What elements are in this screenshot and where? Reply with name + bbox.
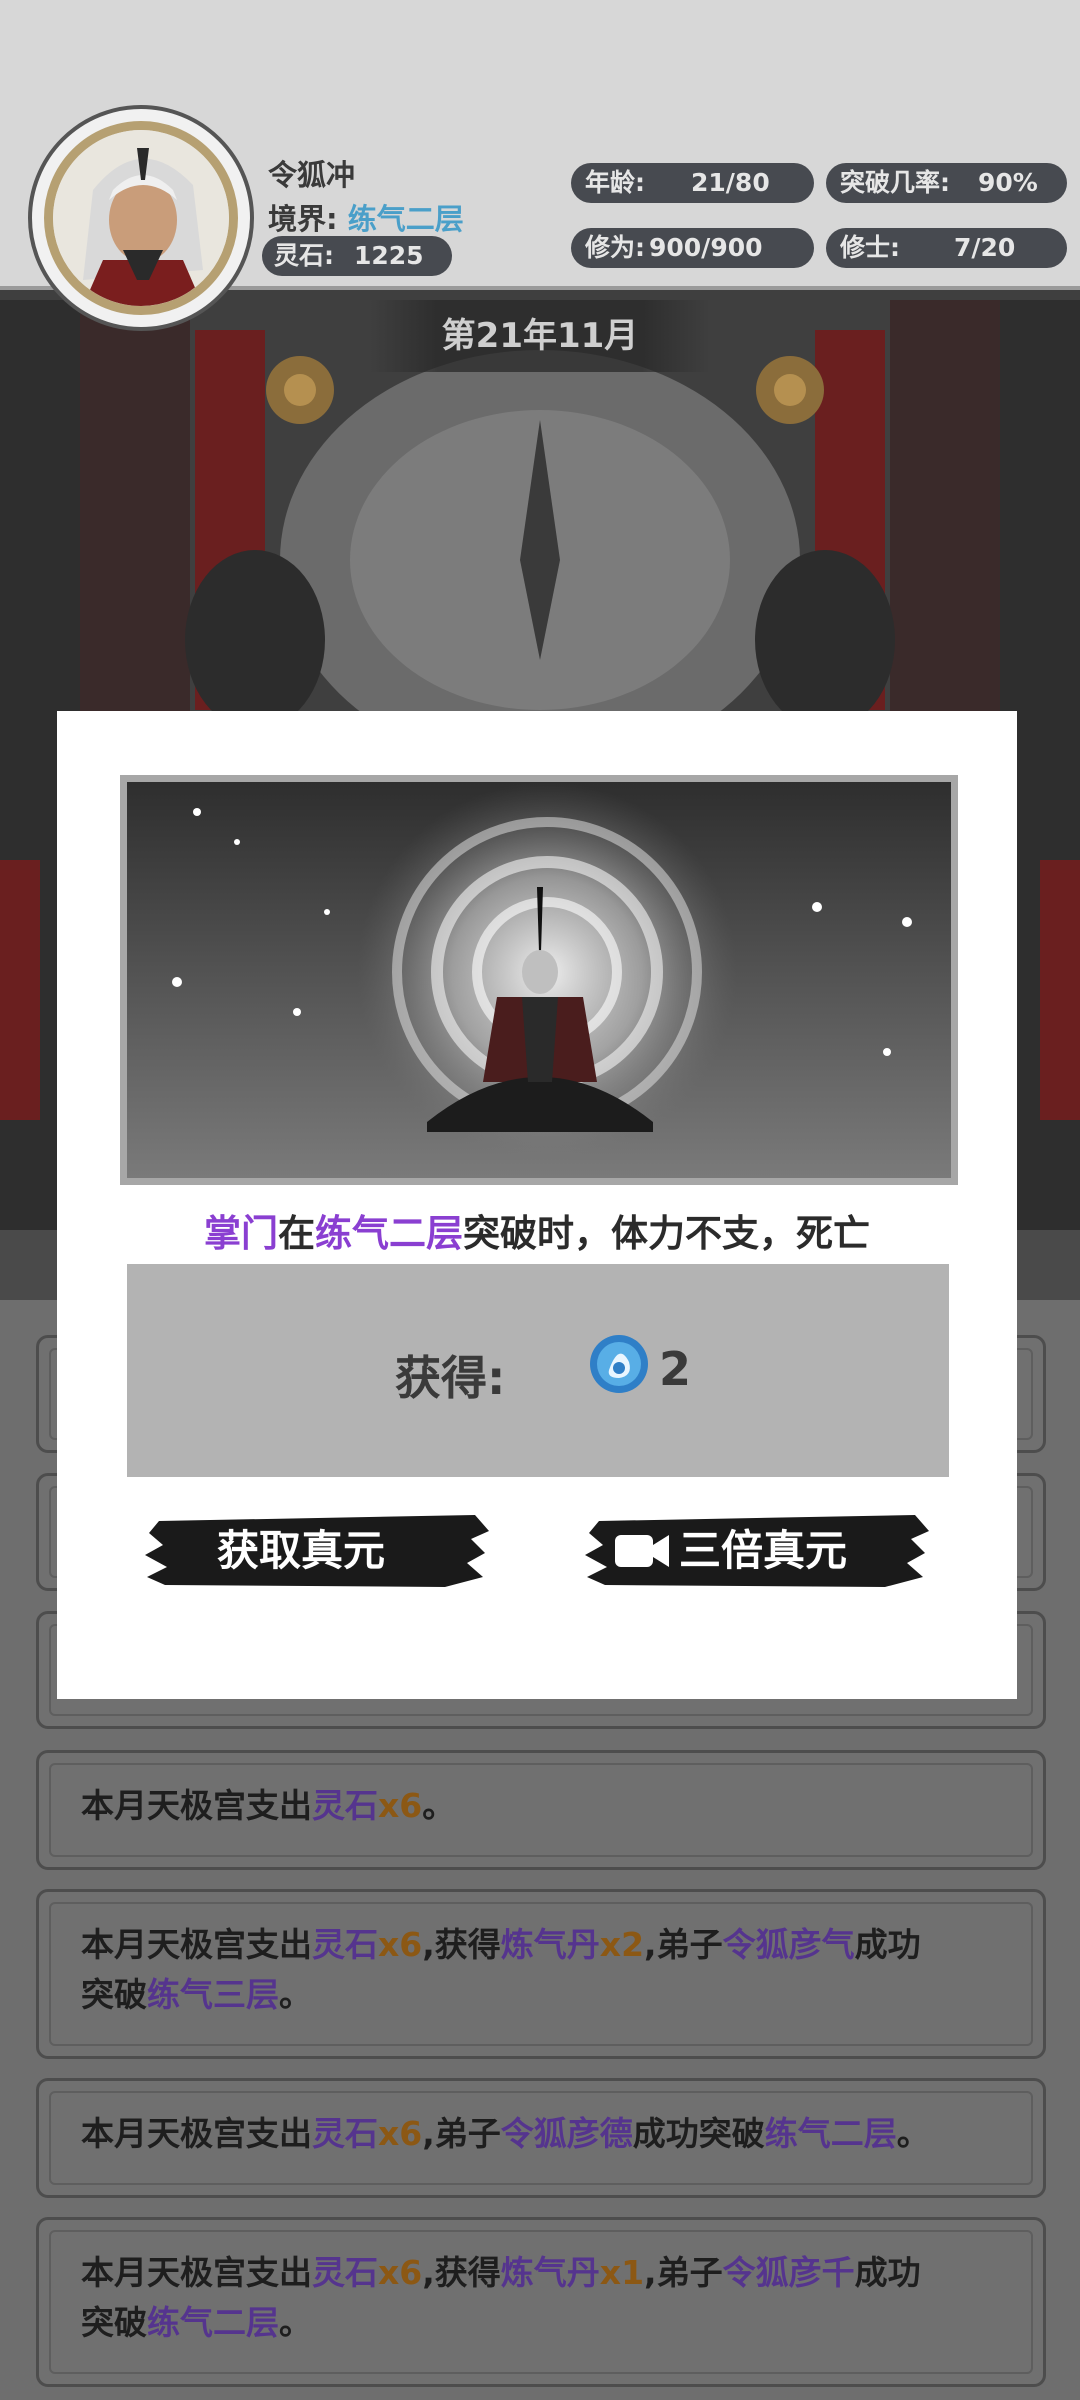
reward-panel: 获得: 2 — [127, 1264, 949, 1477]
result-subject: 掌门 — [204, 1212, 278, 1255]
result-message: 掌门在练气二层突破时，体力不支，死亡 — [204, 1212, 870, 1255]
log-entry-text: 本月天极宫支出灵石x6,弟子令狐彦德成功突破练气二层。 — [81, 2114, 930, 2153]
triple-essence-label: 三倍真元 — [679, 1526, 848, 1575]
video-camera-icon — [615, 1531, 671, 1571]
log-entry-text: 本月天极宫支出灵石x6,获得炼气丹x1,弟子令狐彦千成功 突破练气二层。 — [81, 2253, 921, 2342]
log-entry-text: 本月天极宫支出灵石x6,获得炼气丹x2,弟子令狐彦气成功 突破练气三层。 — [81, 1925, 921, 2014]
log-entry-text: 本月天极宫支出灵石x6。 — [81, 1786, 456, 1825]
reward-count: 2 — [659, 1342, 692, 1396]
get-essence-label: 获取真元 — [217, 1526, 386, 1575]
true-essence-orb-icon — [587, 1332, 651, 1396]
meditation-illustration — [120, 775, 958, 1185]
reward-label: 获得: — [395, 1351, 506, 1405]
triple-essence-button[interactable]: 三倍真元 — [585, 1511, 929, 1591]
get-essence-button[interactable]: 获取真元 — [145, 1511, 489, 1591]
result-realm: 练气二层 — [315, 1212, 463, 1255]
breakthrough-result-dialog: 掌门在练气二层突破时，体力不支，死亡 获得: 2 获取真元 三倍真元 — [57, 711, 1017, 1699]
